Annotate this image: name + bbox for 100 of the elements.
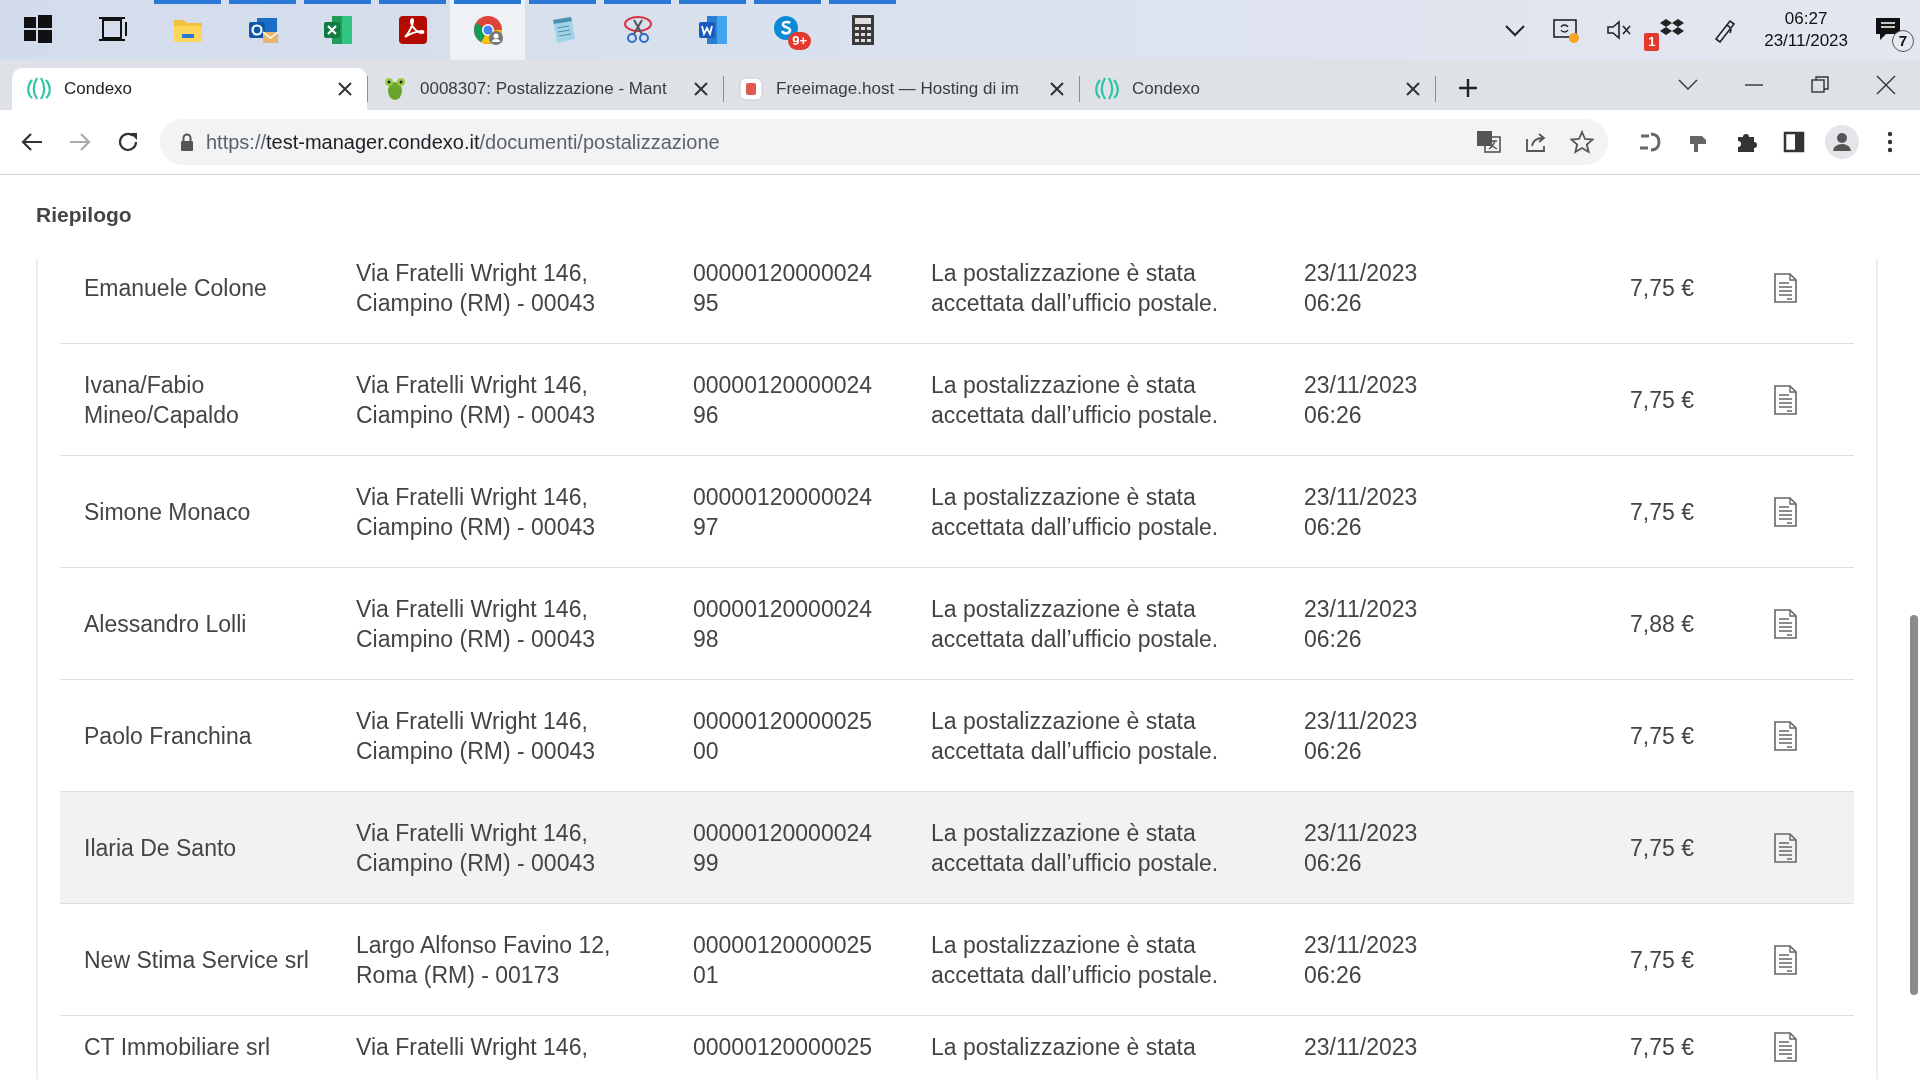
badge: 9+ [788, 32, 811, 50]
logo-icon [1094, 76, 1120, 102]
status-text: La postalizzazione è stata accettata dall’ufficio postale. [931, 707, 1219, 764]
date-time: 23/11/2023 06:26 [1304, 483, 1418, 540]
address-text: Via Fratelli Wright 146, Ciampino (RM) - 00043 [356, 595, 596, 652]
bug-icon [382, 76, 408, 102]
browser-tab[interactable]: Freeimage.host — Hosting di im [724, 68, 1079, 110]
browser-tab[interactable]: Condexo [12, 68, 367, 110]
status-text: La postalizzazione è stata [931, 1034, 1196, 1060]
close-icon[interactable] [693, 81, 709, 97]
address-text: Via Fratelli Wright 146, Ciampino (RM) - 00043 [356, 371, 596, 428]
price-text: 7,75 € [1630, 1034, 1694, 1060]
monitor-icon[interactable] [1552, 16, 1581, 44]
table-row[interactable]: Ilaria De Santo Via Fratelli Wright 146, Ciampino (RM) - 00043 0000012000002499 La postalizzazione è stata accettata dall’ufficio postale. 23/11/2023 06:26 7,75 € [60, 792, 1854, 904]
clock-time[interactable]: 06:27 [1764, 8, 1848, 30]
address-text: Via Fratelli Wright 146, Ciampino (RM) - 00043 [356, 819, 596, 876]
price-text: 7,75 € [1630, 722, 1694, 749]
price-text: 7,88 € [1630, 610, 1694, 637]
tracking-code: 0000012000002498 [693, 595, 873, 652]
reload-icon[interactable] [117, 131, 139, 153]
table-row[interactable]: Ivana/Fabio Mineo/Capaldo Via Fratelli Wright 146, Ciampino (RM) - 00043 0000012000002496 La postalizzazione è stata accettata dall’ufficio postale. 23/11/2023 06:26 7,75 € [60, 344, 1854, 456]
taskbar-button[interactable]: 9+ [750, 0, 825, 60]
document-icon[interactable] [1773, 1032, 1798, 1062]
tracking-code: 0000012000002496 [693, 371, 873, 428]
table-row[interactable]: New Stima Service srl Largo Alfonso Favino 12, Roma (RM) - 00173 0000012000002501 La postalizzazione è stata accettata dall’ufficio postale. 23/11/2023 06:26 7,75 € [60, 904, 1854, 1016]
close-icon[interactable] [1049, 81, 1065, 97]
address-text: Largo Alfonso Favino 12, Roma (RM) - 00173 [356, 931, 611, 988]
document-icon[interactable] [1773, 608, 1798, 639]
document-icon[interactable] [1773, 720, 1798, 751]
chevron-icon[interactable] [1678, 79, 1698, 91]
menu-icon[interactable] [1887, 131, 1893, 153]
date-time: 23/11/2023 06:26 [1304, 259, 1418, 316]
restore-icon[interactable] [1810, 75, 1830, 95]
browser-tab[interactable]: 0008307: Postalizzazione - Mant [368, 68, 723, 110]
notification-count: 7 [1892, 30, 1914, 52]
browser-icon [471, 14, 504, 46]
address-text: Via Fratelli Wright 146, Ciampino (RM) - 00043 [356, 483, 596, 540]
windows-icon [21, 14, 54, 46]
recipient-name: Alessandro Lolli [84, 610, 247, 637]
price-text: 7,75 € [1630, 274, 1694, 301]
status-text: La postalizzazione è stata accettata dall’ufficio postale. [931, 371, 1219, 428]
price-text: 7,75 € [1630, 834, 1694, 861]
document-icon[interactable] [1773, 272, 1798, 303]
translate-icon[interactable] [1476, 130, 1502, 154]
browser-tab[interactable]: Condexo [1080, 68, 1435, 110]
tracking-code: 0000012000002499 [693, 819, 873, 876]
address-text: Via Fratelli Wright 146, Ciampino (RM) - 00043 [356, 707, 596, 764]
document-icon[interactable] [1773, 496, 1798, 527]
chevron-icon[interactable] [1504, 23, 1527, 37]
tracking-code: 0000012000002500 [693, 707, 873, 764]
back-icon[interactable] [21, 132, 43, 152]
table-row[interactable]: CT Immobiliare srl Via Fratelli Wright 146, 00000120000025 La postalizzazione è stata 23/11/2023 7,75 € [60, 1016, 1854, 1079]
star-icon[interactable] [1570, 130, 1594, 154]
tracking-code: 0000012000002501 [693, 931, 873, 988]
price-text: 7,75 € [1630, 498, 1694, 525]
address-text: Via Fratelli Wright 146, [356, 1034, 588, 1060]
table-row[interactable]: Emanuele Colone Via Fratelli Wright 146, Ciampino (RM) - 00043 0000012000002495 La postalizzazione è stata accettata dall’ufficio postale. 23/11/2023 06:26 7,75 € [60, 258, 1854, 344]
tracking-code: 00000120000025 [693, 1034, 873, 1060]
address-text: Via Fratelli Wright 146, Ciampino (RM) - 00043 [356, 259, 596, 316]
address-bar[interactable]: https://test-manager.condexo.it/documenti/postalizzazione [160, 119, 1608, 165]
pdf-icon [396, 14, 429, 46]
extension-icon[interactable] [1637, 130, 1663, 154]
scrollbar-thumb[interactable] [1910, 615, 1918, 995]
recipient-name: New Stima Service srl [84, 946, 309, 973]
section-title: Riepilogo [36, 203, 132, 226]
date-time: 23/11/2023 06:26 [1304, 707, 1418, 764]
status-text: La postalizzazione è stata accettata dall’ufficio postale. [931, 595, 1219, 652]
date-time: 23/11/2023 06:26 [1304, 371, 1418, 428]
spreadsheet-icon [321, 14, 354, 46]
share-icon[interactable] [1524, 131, 1548, 153]
logo-icon [26, 76, 52, 102]
table-row[interactable]: Simone Monaco Via Fratelli Wright 146, Ciampino (RM) - 00043 0000012000002497 La postalizzazione è stata accettata dall’ufficio postale. 23/11/2023 06:26 7,75 € [60, 456, 1854, 568]
clock-date[interactable]: 23/11/2023 [1764, 30, 1848, 52]
status-text: La postalizzazione è stata accettata dall’ufficio postale. [931, 483, 1219, 540]
document-icon[interactable] [1773, 384, 1798, 415]
date-time: 23/11/2023 06:26 [1304, 595, 1418, 652]
date-time: 23/11/2023 [1304, 1034, 1418, 1060]
status-text: La postalizzazione è stata accettata dall’ufficio postale. [931, 931, 1219, 988]
scissors-icon [621, 14, 654, 46]
status-text: La postalizzazione è stata accettata dall’ufficio postale. [931, 259, 1219, 316]
date-time: 23/11/2023 06:26 [1304, 819, 1418, 876]
lock-icon [180, 133, 194, 151]
profile-icon[interactable] [1825, 125, 1859, 159]
side-panel-icon[interactable] [1783, 131, 1805, 153]
close-icon[interactable] [337, 81, 353, 97]
badge: 1 [1644, 33, 1660, 51]
close-icon[interactable] [1405, 81, 1421, 97]
tracking-code: 0000012000002497 [693, 483, 873, 540]
mute-icon[interactable] [1606, 19, 1633, 41]
close-icon[interactable] [1876, 75, 1896, 95]
table-row[interactable]: Alessandro Lolli Via Fratelli Wright 146, Ciampino (RM) - 00043 0000012000002498 La postalizzazione è stata accettata dall’ufficio postale. 23/11/2023 06:26 7,88 € [60, 568, 1854, 680]
status-text: La postalizzazione è stata accettata dall’ufficio postale. [931, 819, 1219, 876]
plus-icon [1458, 78, 1478, 98]
recipient-name: Ilaria De Santo [84, 834, 237, 861]
date-time: 23/11/2023 06:26 [1304, 931, 1418, 988]
document-icon[interactable] [1773, 944, 1798, 975]
recipient-name: CT Immobiliare srl [84, 1034, 271, 1060]
recipient-name: Emanuele Colone [84, 274, 267, 301]
document-icon[interactable] [1773, 832, 1798, 863]
image-icon [738, 76, 764, 102]
